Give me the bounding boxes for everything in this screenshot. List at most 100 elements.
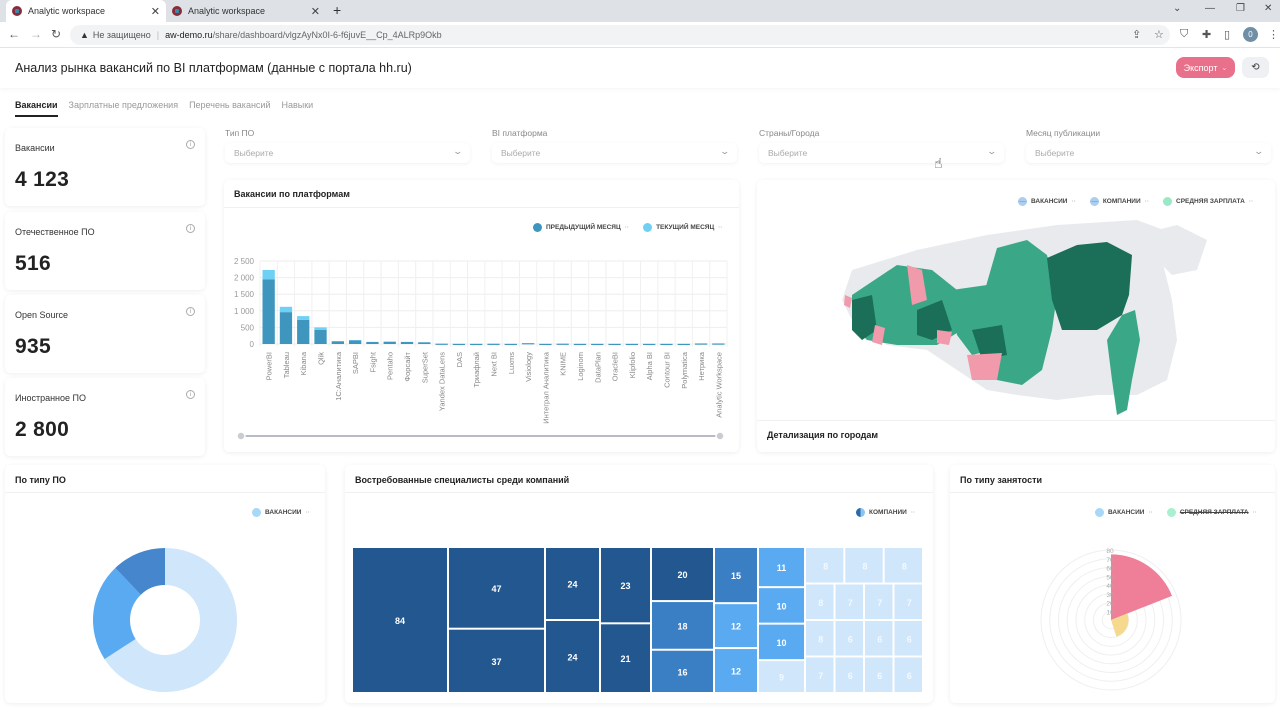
- kpi-card-open-source: Open Source 935 i: [5, 295, 205, 373]
- x-tick-label: 1С:Аналитика: [334, 351, 343, 401]
- russia-choropleth-map[interactable]: [757, 180, 1275, 420]
- treemap-cell-label: 12: [731, 667, 741, 677]
- treemap-cell-label: 8: [818, 634, 823, 644]
- treemap-cell-label: 15: [731, 571, 741, 581]
- close-tab-icon[interactable]: ✕: [151, 5, 160, 18]
- treemap-cell-label: 84: [395, 616, 405, 626]
- treemap-cell-label: 12: [731, 622, 741, 632]
- new-tab-icon[interactable]: +: [333, 2, 341, 18]
- bar-prev-month: [573, 343, 587, 346]
- x-tick-label: SuperSet: [420, 351, 429, 383]
- extensions-puzzle-icon[interactable]: ✚: [1202, 28, 1211, 41]
- browser-tab-1[interactable]: Analytic workspace ✕: [6, 0, 166, 22]
- bookmark-star-icon[interactable]: ☆: [1154, 28, 1164, 41]
- polar-chart: 1020304050607080: [1040, 548, 1182, 691]
- kpi-label: Иностранное ПО: [15, 393, 86, 403]
- y-tick-label: 500: [241, 323, 255, 332]
- security-label[interactable]: Не защищено: [93, 30, 151, 40]
- countries-cities-select[interactable]: Выберите ⌄: [759, 143, 1004, 163]
- bar-cur-month: [314, 327, 327, 330]
- treemap-cell-label: 21: [620, 654, 630, 664]
- x-tick-label: Pentaho: [386, 352, 395, 380]
- treemap-cell-label: 37: [491, 657, 501, 667]
- y-tick-label: 1 000: [234, 307, 255, 316]
- tab-vacancy-list[interactable]: Перечень вакансий: [189, 100, 270, 117]
- kpi-label: Вакансии: [15, 143, 55, 153]
- reload-icon[interactable]: ↻: [51, 27, 61, 41]
- filter-label: BI платформа: [492, 128, 548, 138]
- bar-prev-month: [348, 340, 362, 344]
- kpi-card-domestic-software: Отечественное ПО 516 i: [5, 212, 205, 290]
- filter-software-type: Тип ПО Выберите ⌄: [225, 128, 470, 163]
- restore-icon[interactable]: ❐: [1236, 3, 1245, 14]
- bar-prev-month: [279, 312, 293, 344]
- forward-icon[interactable]: →: [30, 27, 42, 41]
- close-window-icon[interactable]: ✕: [1264, 3, 1272, 14]
- info-icon[interactable]: i: [186, 390, 195, 399]
- treemap-cell-label: 20: [677, 570, 687, 580]
- filter-bi-platform: BI платформа Выберите ⌄: [492, 128, 737, 163]
- bar-prev-month: [712, 343, 725, 345]
- share-icon[interactable]: ⇪: [1132, 28, 1141, 41]
- treemap-cell-label: 7: [907, 598, 912, 608]
- treemap-cell-label: 9: [779, 673, 784, 683]
- bar-prev-month: [487, 343, 500, 345]
- history-button[interactable]: ⟲: [1242, 57, 1269, 78]
- r-tick-label: 30: [1106, 592, 1114, 599]
- x-tick-label: Tableau: [282, 352, 291, 378]
- treemap-cell-label: 7: [818, 671, 823, 681]
- back-icon[interactable]: ←: [8, 27, 20, 41]
- kpi-card-vacancies: Вакансии 4 123 i: [5, 128, 205, 206]
- warning-icon: ▲: [80, 30, 89, 40]
- publication-month-select[interactable]: Выберите ⌄: [1026, 143, 1271, 163]
- filter-label: Страны/Города: [759, 128, 820, 138]
- treemap-cell-label: 6: [907, 634, 912, 644]
- tab-salary-offers[interactable]: Зарплатные предложения: [69, 100, 179, 117]
- profile-avatar[interactable]: 0: [1243, 27, 1258, 42]
- x-tick-label: DataPlan: [593, 352, 602, 383]
- x-tick-label: Klipfolio: [628, 352, 637, 378]
- menu-kebab-icon[interactable]: ⋮: [1268, 28, 1279, 41]
- url-domain: aw-demo.ru: [165, 30, 213, 40]
- chevron-down-icon: ⌄: [1221, 64, 1228, 72]
- software-type-select[interactable]: Выберите ⌄: [225, 143, 470, 163]
- x-tick-label: Триафлай: [472, 352, 481, 387]
- shield-extension-icon[interactable]: ⛉: [1180, 28, 1188, 41]
- bi-platform-select[interactable]: Выберите ⌄: [492, 143, 737, 163]
- info-icon[interactable]: i: [186, 307, 195, 316]
- chevron-down-icon: ⌄: [986, 146, 998, 156]
- tab-search-icon[interactable]: ⌄: [1173, 3, 1181, 14]
- x-tick-label: Polymatica: [680, 351, 689, 389]
- bar-prev-month: [660, 343, 673, 346]
- in-demand-specialists-card: Востребованные специалисты среди компани…: [345, 465, 933, 703]
- minimize-icon[interactable]: —: [1205, 3, 1215, 14]
- zoom-slider-handle-right[interactable]: [715, 431, 725, 441]
- side-panel-icon[interactable]: ▯: [1224, 28, 1230, 41]
- filter-label: Месяц публикации: [1026, 128, 1101, 138]
- select-placeholder: Выберите: [234, 148, 274, 158]
- browser-tabstrip: Analytic workspace ✕ Analytic workspace …: [0, 0, 1280, 22]
- url-input[interactable]: ▲ Не защищено | aw-demo.ru /share/dashbo…: [70, 25, 1170, 45]
- employment-type-card: По типу занятости ВАКАНСИИ ·· СРЕДНЯЯ ЗАР…: [950, 465, 1275, 703]
- treemap-cell-label: 23: [620, 581, 630, 591]
- bar-prev-month: [470, 343, 483, 346]
- x-tick-label: Luxms: [507, 352, 516, 374]
- r-tick-label: 70: [1106, 557, 1114, 564]
- x-tick-label: Yandex DataLens: [438, 352, 447, 411]
- filter-publication-month: Месяц публикации Выберите ⌄: [1026, 128, 1271, 163]
- tab-vacancies[interactable]: Вакансии: [15, 100, 58, 117]
- x-tick-label: SAPBI: [351, 352, 360, 374]
- zoom-slider-handle-left[interactable]: [236, 431, 246, 441]
- city-details-title: Детализация по городам: [767, 430, 879, 440]
- browser-tab-2[interactable]: Analytic workspace ✕: [166, 0, 326, 22]
- close-tab-icon[interactable]: ✕: [311, 5, 320, 18]
- x-tick-label: Visiology: [524, 352, 533, 382]
- kpi-value: 4 123: [15, 168, 70, 191]
- info-icon[interactable]: i: [186, 140, 195, 149]
- export-button[interactable]: Экспорт ⌄: [1176, 57, 1235, 78]
- tab-skills[interactable]: Навыки: [281, 100, 313, 117]
- history-icon: ⟲: [1251, 62, 1260, 73]
- treemap-cell-label: 6: [877, 634, 882, 644]
- chevron-down-icon: ⌄: [719, 146, 731, 156]
- info-icon[interactable]: i: [186, 224, 195, 233]
